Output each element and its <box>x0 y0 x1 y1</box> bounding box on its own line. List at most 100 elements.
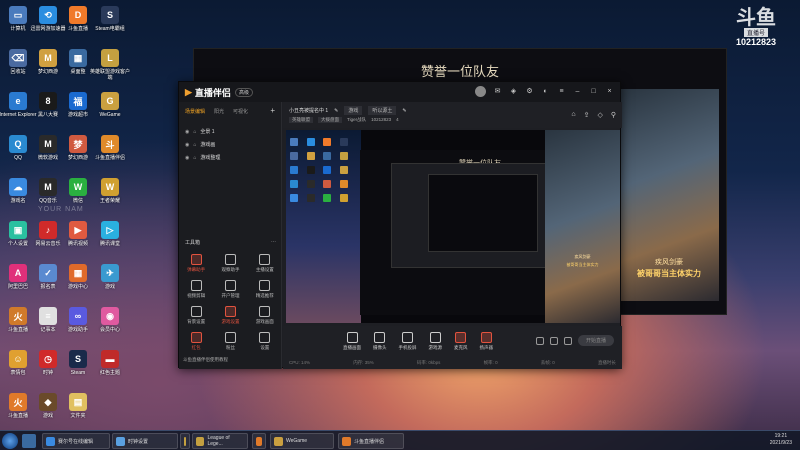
tool-item[interactable]: 游戏设置 <box>213 306 247 325</box>
lock-icon[interactable]: ⌂ <box>193 155 196 161</box>
system-clock[interactable]: 19:21 2021/9/23 <box>770 433 792 447</box>
message-icon[interactable]: ✉ <box>493 87 502 96</box>
tool-item[interactable]: 红包 <box>179 332 213 351</box>
tool-item[interactable]: 设置 <box>248 332 282 351</box>
tool-label: 弹幕助手 <box>187 267 206 272</box>
source-button[interactable]: 手机投屏 <box>399 332 417 351</box>
menu-icon[interactable]: ≡ <box>557 87 566 96</box>
room-id: 10212823 <box>735 37 776 47</box>
source-button[interactable]: 摄像头 <box>373 332 387 351</box>
tool-icon <box>224 306 236 317</box>
desktop-icon-label: 游戏 <box>104 284 115 290</box>
category-chip[interactable]: 游戏 <box>344 106 363 115</box>
record-icon[interactable] <box>535 336 544 345</box>
close-icon[interactable]: × <box>605 87 614 96</box>
preview-desktop-icon <box>323 152 331 160</box>
settings-icon[interactable] <box>563 336 572 345</box>
tool-icon <box>190 306 202 317</box>
tutorial-link[interactable]: 斗鱼直播伴侣使用教程 <box>183 357 228 363</box>
scene-item[interactable]: ◉ ⌂ 游戏整理 <box>179 151 281 164</box>
tab-visual[interactable]: 可视化 <box>233 108 248 115</box>
source-label: 扬声器 <box>479 345 494 350</box>
preview-nested-app <box>391 163 551 268</box>
edit-title-icon[interactable]: ✎ <box>334 108 338 114</box>
skin-icon[interactable]: ◐ <box>541 87 550 96</box>
lock-icon[interactable]: ⌂ <box>193 129 196 135</box>
scene-tabs: 场景编辑 阳光 可视化 + <box>179 102 281 116</box>
version-badge[interactable]: 高级 <box>234 87 253 97</box>
left-panel: 场景编辑 阳光 可视化 + ◉ ⌂ 全景 1 ◉ ⌂ 游戏画 ◉ ⌂ 游戏整理 工具箱 ⋯ 弹… <box>179 102 282 369</box>
tool-item[interactable]: 视频剪辑 <box>179 280 213 299</box>
status-item: 码率: 0kbps <box>416 360 441 365</box>
tab-sun[interactable]: 阳光 <box>214 108 224 115</box>
tool-item[interactable]: 弹幕助手 <box>179 254 213 273</box>
avatar[interactable] <box>475 86 486 97</box>
lock-icon[interactable]: ⌂ <box>571 111 575 119</box>
settings-icon[interactable]: ⚙ <box>525 87 534 96</box>
tool-icon <box>259 306 271 317</box>
add-scene-icon[interactable]: + <box>270 107 275 115</box>
source-button[interactable]: 游戏源 <box>429 332 442 351</box>
douyu-watermark: 斗鱼 直播号 10212823 <box>736 8 776 47</box>
desktop-icon[interactable]: W 王者荣耀 <box>90 178 130 204</box>
preview-desktop-icon <box>323 180 331 188</box>
desktop-icon[interactable]: L 英雄联盟游戏客户端 <box>90 49 130 81</box>
tool-item[interactable]: 主播设置 <box>248 254 282 273</box>
eye-icon[interactable]: ◉ <box>185 129 189 135</box>
taskbar-item[interactable] <box>180 433 190 449</box>
taskbar-item[interactable]: WeGame <box>270 433 334 449</box>
preview-desktop-icon <box>306 152 315 160</box>
tab-scene-edit[interactable]: 场景编辑 <box>185 108 205 115</box>
toolbox-more-icon[interactable]: ⋯ <box>271 239 276 246</box>
streaming-app-window[interactable]: ▶ 直播伴侣 高级 ✉ ◈ ⚙ ◐ ≡ – □ × 场景编辑 阳光 可视化 + ◉… <box>178 81 622 369</box>
lock-icon[interactable]: ⌂ <box>193 142 196 148</box>
stream-preview[interactable]: 赞誉一位队友 疾风剑豪 被哥哥当主体实力 <box>286 130 620 323</box>
source-label: 手机投屏 <box>398 345 417 350</box>
taskbar-item[interactable] <box>252 433 266 449</box>
scene-item[interactable]: ◉ ⌂ 游戏画 <box>179 138 281 151</box>
rank-tag[interactable]: 大拨盘面 <box>318 117 342 123</box>
scene-item[interactable]: ◉ ⌂ 全景 1 <box>179 125 281 138</box>
app-logo: ▶ 直播伴侣 <box>185 86 231 99</box>
taskbar-item[interactable]: 时钟设置 <box>112 433 178 449</box>
source-button[interactable]: 麦克风 <box>454 332 468 351</box>
start-button[interactable] <box>2 433 18 449</box>
tool-item[interactable]: 粉丝 <box>213 332 247 351</box>
desktop-icon[interactable]: 斗斗鱼直播伴侣 <box>90 135 130 161</box>
tool-item[interactable]: 精选推荐 <box>248 280 282 299</box>
app-titlebar[interactable]: ▶ 直播伴侣 高级 ✉ ◈ ⚙ ◐ ≡ – □ × <box>179 82 620 102</box>
explorer-icon[interactable] <box>22 434 36 448</box>
announcement-chip[interactable]: 听以源土 <box>368 106 397 115</box>
taskbar-item[interactable]: 赛尔号在线编辑 <box>42 433 110 449</box>
preview-desktop-icon <box>339 180 348 188</box>
tool-item[interactable]: 开户管理 <box>213 280 247 299</box>
share-icon[interactable]: ⇪ <box>584 111 590 119</box>
game-tag[interactable]: 英雄联盟 <box>289 117 313 123</box>
taskbar-item[interactable]: 斗鱼直播伴侣 <box>338 433 404 449</box>
desktop-icon[interactable]: S Steam电霸组 <box>90 6 130 32</box>
tool-item[interactable]: 观察助手 <box>213 254 247 273</box>
timer-icon[interactable] <box>549 336 558 345</box>
app-icon: ⟲ <box>39 6 57 24</box>
cart-icon[interactable]: ◇ <box>597 111 602 119</box>
desktop-icon[interactable]: ▤ 文件夹 <box>58 393 98 419</box>
gift-icon[interactable]: ◈ <box>509 87 518 96</box>
desktop-icon[interactable]: ◉ 会员中心 <box>90 307 130 333</box>
maximize-icon[interactable]: □ <box>589 87 598 96</box>
tool-item[interactable]: 游戏画面 <box>248 306 282 325</box>
source-button[interactable]: 扬声器 <box>479 332 494 351</box>
edit-icon[interactable]: ✎ <box>402 108 406 114</box>
minimize-icon[interactable]: – <box>573 87 582 96</box>
desktop-icon[interactable]: ▬ 红色主题 <box>90 350 130 376</box>
connect-icon[interactable]: ⚲ <box>611 111 616 119</box>
start-live-button[interactable]: 开始直播 <box>577 335 614 346</box>
tool-item[interactable]: 背景设置 <box>179 306 213 325</box>
stream-title[interactable]: 小丑亮被提名中 1 <box>289 107 328 114</box>
eye-icon[interactable]: ◉ <box>185 155 189 161</box>
desktop-icon[interactable]: ▷ 腾讯课堂 <box>90 221 130 247</box>
eye-icon[interactable]: ◉ <box>185 142 189 148</box>
desktop-icon[interactable]: G WeGame <box>90 92 130 118</box>
source-button[interactable]: 直播画面 <box>343 332 361 351</box>
taskbar-item[interactable]: League of Lege... <box>192 433 248 449</box>
desktop-icon[interactable]: ✈ 游戏 <box>90 264 130 290</box>
